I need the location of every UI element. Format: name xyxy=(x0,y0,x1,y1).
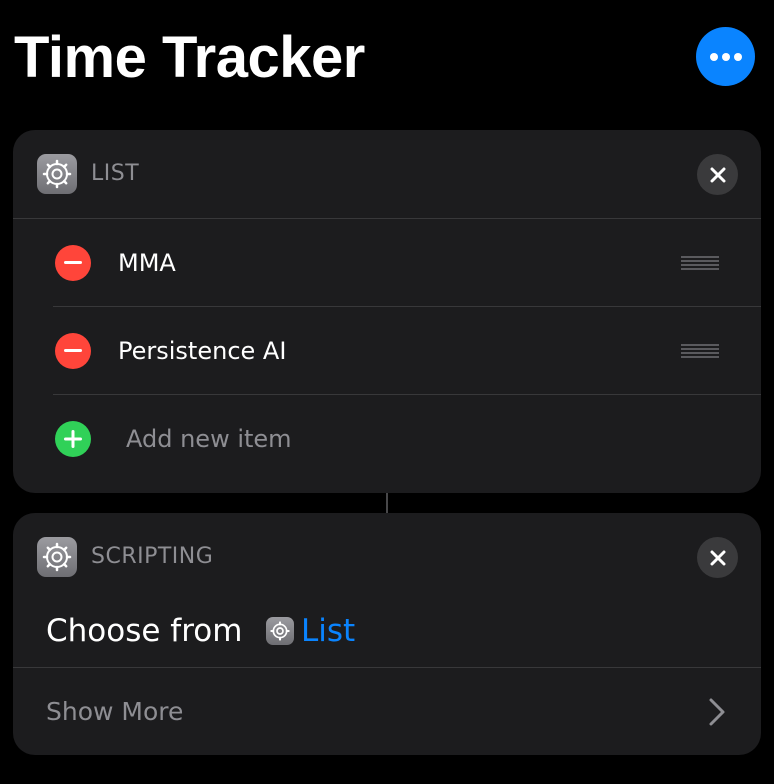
gear-icon xyxy=(42,159,72,189)
drag-handle-icon[interactable] xyxy=(681,344,719,358)
chevron-right-icon[interactable] xyxy=(707,697,727,727)
variable-name: List xyxy=(301,613,356,649)
remove-item-button[interactable] xyxy=(55,245,91,281)
ellipsis-icon xyxy=(709,52,742,61)
scripting-section-label: SCRIPTING xyxy=(91,544,214,569)
list-variable-token[interactable]: List xyxy=(266,613,355,649)
list-action-icon xyxy=(37,154,77,194)
close-icon xyxy=(710,167,725,182)
list-action-header: LIST xyxy=(13,130,761,218)
action-connector xyxy=(386,493,388,513)
minus-icon xyxy=(64,261,82,264)
choose-from-row: Choose from List xyxy=(13,595,761,667)
close-icon xyxy=(710,550,725,565)
list-action-card: LIST MMA Persistence AI Add new item xyxy=(13,130,761,493)
more-options-button[interactable] xyxy=(696,27,755,86)
drag-handle-icon[interactable] xyxy=(681,256,719,270)
list-item: Persistence AI xyxy=(13,307,761,395)
gear-icon xyxy=(270,621,290,641)
gear-icon xyxy=(42,542,72,572)
scripting-remove-action-button[interactable] xyxy=(697,537,738,578)
add-new-item-placeholder[interactable]: Add new item xyxy=(126,395,292,483)
scripting-action-icon xyxy=(37,537,77,577)
minus-icon xyxy=(64,349,82,352)
scripting-action-header: SCRIPTING xyxy=(13,513,761,601)
plus-icon xyxy=(64,430,82,448)
page-title: Time Tracker xyxy=(14,25,365,90)
choose-from-label: Choose from xyxy=(46,613,243,649)
add-item-row[interactable]: Add new item xyxy=(13,395,761,483)
show-more-button[interactable]: Show More xyxy=(46,668,183,755)
list-section-label: LIST xyxy=(91,161,140,186)
remove-item-button[interactable] xyxy=(55,333,91,369)
variable-icon xyxy=(266,617,294,645)
list-item-label[interactable]: Persistence AI xyxy=(118,307,286,395)
list-item-label[interactable]: MMA xyxy=(118,219,176,307)
scripting-action-card: SCRIPTING Choose from List Show More xyxy=(13,513,761,755)
list-remove-action-button[interactable] xyxy=(697,154,738,195)
list-item: MMA xyxy=(13,219,761,307)
add-item-button[interactable] xyxy=(55,421,91,457)
